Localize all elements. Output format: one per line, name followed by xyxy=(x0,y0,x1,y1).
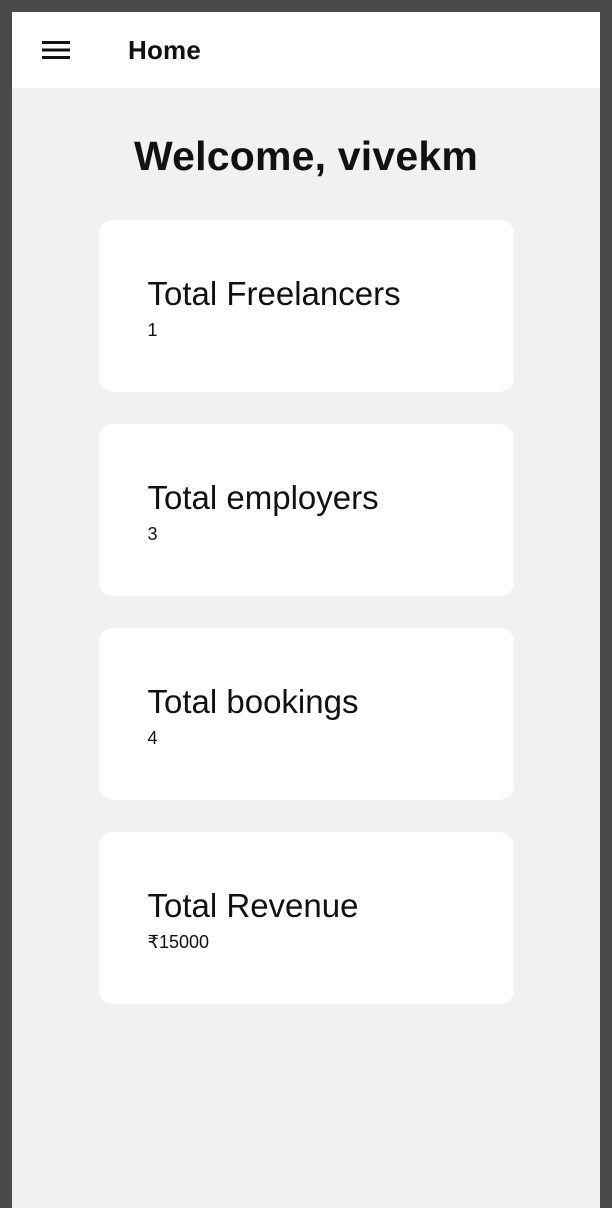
stat-card-value: 3 xyxy=(147,524,158,544)
app-bar: Home xyxy=(12,12,600,88)
app-screen: Home Welcome, vivekm Total Freelancers 1… xyxy=(12,12,600,1208)
stat-card-title: Total Freelancers xyxy=(147,275,401,312)
menu-icon xyxy=(42,41,70,59)
stat-card-title: Total Revenue xyxy=(147,887,359,924)
stat-card-total-freelancers[interactable]: Total Freelancers 1 xyxy=(98,220,514,392)
dashboard-content: Welcome, vivekm Total Freelancers 1 Tota… xyxy=(12,88,600,1004)
stat-card-value: 4 xyxy=(147,728,158,748)
page-title: Home xyxy=(128,34,202,65)
stat-card-total-employers[interactable]: Total employers 3 xyxy=(98,424,514,596)
stats-card-list: Total Freelancers 1 Total employers 3 To… xyxy=(12,220,600,1004)
stat-card-value: 1 xyxy=(147,320,158,340)
stat-card-title: Total bookings xyxy=(147,683,359,720)
stat-card-total-revenue[interactable]: Total Revenue ₹15000 xyxy=(98,832,514,1004)
welcome-heading: Welcome, vivekm xyxy=(133,133,479,179)
menu-button[interactable] xyxy=(40,39,72,61)
stat-card-value: ₹15000 xyxy=(147,932,210,952)
stat-card-title: Total employers xyxy=(147,479,379,516)
stat-card-total-bookings[interactable]: Total bookings 4 xyxy=(98,628,514,800)
